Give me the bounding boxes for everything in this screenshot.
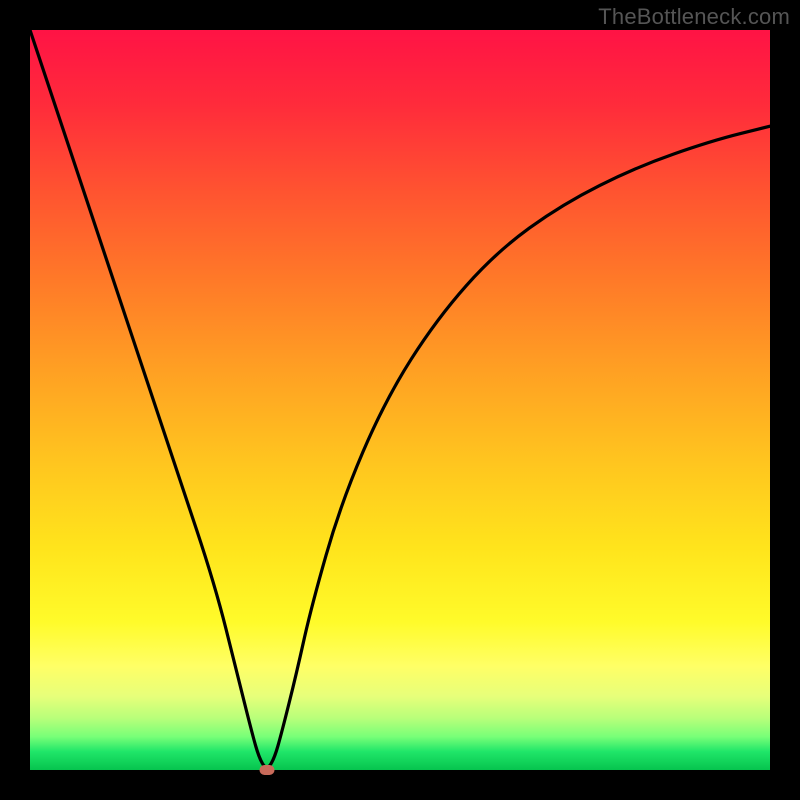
chart-container: TheBottleneck.com: [0, 0, 800, 800]
minimum-marker: [259, 765, 274, 775]
curve-svg: [30, 30, 770, 770]
plot-area: [30, 30, 770, 770]
bottleneck-curve-path: [30, 30, 770, 767]
attribution-label: TheBottleneck.com: [598, 4, 790, 30]
